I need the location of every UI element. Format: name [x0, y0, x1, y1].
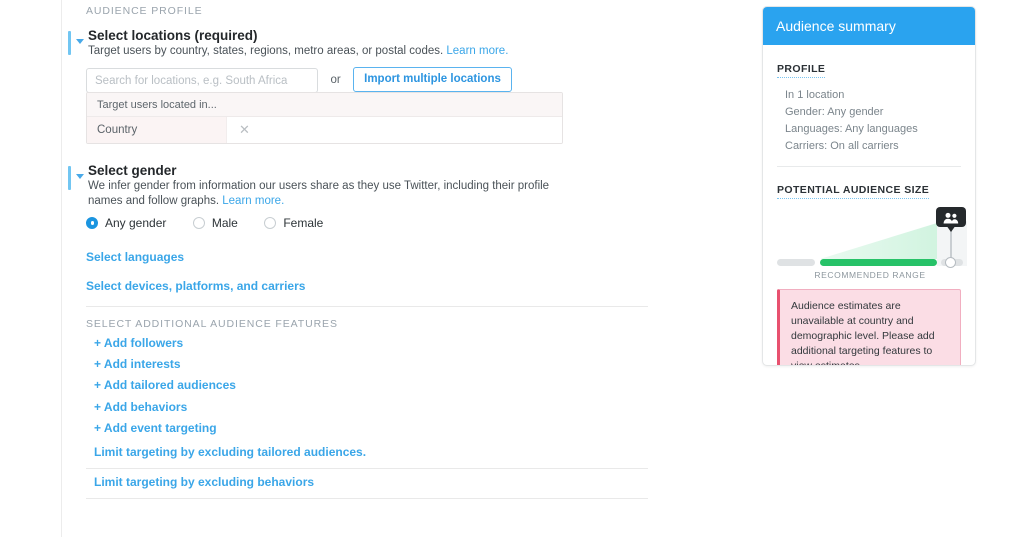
select-languages-link[interactable]: Select languages: [86, 250, 184, 264]
location-search-input[interactable]: [86, 68, 318, 94]
limit-exclude-behaviors-link[interactable]: Limit targeting by excluding behaviors: [94, 475, 314, 489]
select-locations-description: Target users by country, states, regions…: [88, 44, 563, 59]
divider: [86, 468, 648, 469]
gauge-bar: [777, 259, 963, 266]
radio-label-any-gender: Any gender: [105, 215, 167, 230]
radio-label-female: Female: [283, 215, 324, 230]
or-label: or: [330, 73, 341, 86]
potential-audience-size-label: POTENTIAL AUDIENCE SIZE: [777, 184, 930, 199]
radio-label-male: Male: [211, 215, 238, 230]
list-item: Gender: Any gender: [785, 106, 884, 118]
people-icon: [943, 211, 959, 229]
add-event-targeting-link[interactable]: + Add event targeting: [94, 421, 217, 435]
audience-targeting-page: AUDIENCE PROFILE Select locations (requi…: [0, 0, 1024, 537]
additional-features-kicker: SELECT ADDITIONAL AUDIENCE FEATURES: [86, 318, 338, 330]
table-row: Country ✕: [87, 117, 562, 143]
radio-male[interactable]: Male: [192, 215, 238, 230]
gauge-caption: RECOMMENDED RANGE: [814, 270, 926, 280]
location-row-actions: ✕: [227, 121, 562, 139]
add-tailored-audiences-link[interactable]: + Add tailored audiences: [94, 378, 236, 392]
audience-estimate-warning: Audience estimates are unavailable at co…: [777, 289, 961, 366]
add-interests-link[interactable]: + Add interests: [94, 357, 181, 371]
select-gender-title: Select gender: [88, 163, 177, 178]
locations-learn-more-link[interactable]: Learn more.: [446, 45, 508, 57]
locations-description-text: Target users by country, states, regions…: [88, 45, 444, 57]
gauge-tooltip: [936, 207, 966, 232]
gender-learn-more-link[interactable]: Learn more.: [222, 195, 284, 207]
radio-indicator-male: [192, 216, 205, 229]
gauge-handle[interactable]: [945, 257, 956, 268]
audience-summary-header: Audience summary: [763, 7, 975, 45]
audience-size-gauge: RECOMMENDED RANGE: [777, 207, 967, 280]
close-icon[interactable]: ✕: [239, 123, 250, 136]
chevron-down-icon[interactable]: [76, 174, 84, 179]
import-multiple-locations-button[interactable]: Import multiple locations: [353, 67, 512, 92]
gauge-segment-recommended: [820, 259, 937, 266]
warning-text: Audience estimates are unavailable at co…: [791, 300, 935, 366]
select-devices-platforms-carriers-link[interactable]: Select devices, platforms, and carriers: [86, 279, 305, 293]
radio-female[interactable]: Female: [264, 216, 323, 230]
audience-summary-panel: Audience summary PROFILE In 1 location G…: [762, 6, 976, 366]
limit-exclude-tailored-audiences-link[interactable]: Limit targeting by excluding tailored au…: [94, 445, 366, 459]
select-locations-title: Select locations (required): [88, 28, 258, 43]
profile-label: PROFILE: [777, 63, 826, 78]
select-gender-description: We infer gender from information our use…: [88, 179, 563, 209]
gender-description-text: We infer gender from information our use…: [88, 180, 550, 207]
group-accent-bar: [68, 166, 71, 190]
gauge-segment-low: [777, 259, 815, 266]
add-followers-link[interactable]: + Add followers: [94, 336, 183, 350]
radio-any-gender[interactable]: Any gender: [86, 216, 166, 230]
left-edge-rule: [61, 0, 62, 537]
list-item: In 1 location: [785, 89, 845, 101]
divider: [86, 306, 648, 307]
profile-summary-list: In 1 location Gender: Any gender Languag…: [777, 87, 961, 155]
radio-indicator-any-gender: [86, 216, 98, 229]
divider: [777, 166, 961, 167]
list-item: Languages: Any languages: [785, 123, 918, 135]
location-row-name: Country: [87, 117, 227, 143]
gender-radio-group: Any gender Male Female: [86, 214, 345, 232]
group-accent-bar: [68, 31, 71, 55]
divider: [86, 498, 648, 499]
gauge-wedge: [820, 223, 937, 259]
radio-indicator-female: [264, 216, 277, 229]
chevron-down-icon[interactable]: [76, 39, 84, 44]
list-item: Carriers: On all carriers: [785, 140, 899, 152]
selected-locations-table: Target users located in... Country ✕: [86, 92, 563, 144]
audience-profile-kicker: AUDIENCE PROFILE: [86, 5, 203, 17]
location-search-row: or Import multiple locations: [86, 67, 512, 94]
audience-summary-body: PROFILE In 1 location Gender: Any gender…: [763, 59, 975, 366]
locations-table-header: Target users located in...: [87, 93, 562, 117]
add-behaviors-link[interactable]: + Add behaviors: [94, 400, 187, 414]
